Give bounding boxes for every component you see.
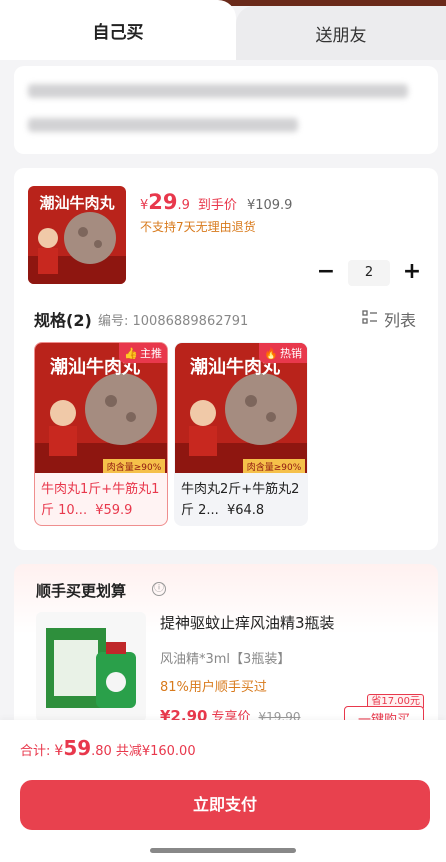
price-label: 到手价 — [197, 198, 237, 213]
addon-buy-stat: 81%用户顺手买过 — [160, 680, 267, 695]
variant-2-price: ¥64.8 — [226, 503, 265, 518]
quantity-stepper: − 2 + — [314, 260, 424, 286]
price-currency: ¥ — [140, 198, 149, 213]
checkout-bar: 合计: ¥ 59 .80 共减¥160.00 立即支付 — [0, 720, 446, 862]
total-currency: ¥ — [54, 743, 64, 759]
variant-1-label: 牛肉丸1斤+牛筋丸1斤 10... ¥59.9 — [41, 479, 161, 521]
list-view-label: 列表 — [383, 311, 416, 330]
address-blur-line-1 — [28, 84, 408, 98]
address-blur-line-2 — [28, 118, 298, 132]
product-code: 编号: 10086889862791 — [98, 314, 249, 329]
addon-product-name[interactable]: 提神驱蚊止痒风油精3瓶装 — [160, 612, 335, 633]
variant-2-meat-content: 肉含量≥90% — [247, 461, 302, 473]
total-integer: 59 — [63, 736, 92, 760]
quantity-input[interactable]: 2 — [348, 260, 390, 286]
increase-quantity-button[interactable]: + — [400, 261, 424, 285]
price-integer: 29 — [148, 190, 178, 214]
price-decimal: .9 — [177, 198, 190, 213]
tab-buy-for-self[interactable]: 自己买 — [0, 0, 236, 60]
variant-1-badge-label: 主推 — [140, 347, 162, 360]
variant-1-price: ¥59.9 — [95, 503, 133, 518]
product-thumbnail: 潮汕牛肉丸 — [28, 186, 126, 284]
spec-title: 规格(2) — [34, 311, 92, 330]
product-card: 潮汕牛肉丸 ¥ 29 .9 到手价 ¥109.9 不支持7天无理由退货 − 2 … — [14, 168, 438, 550]
total-discount: 共减¥160.00 — [115, 744, 196, 759]
addon-card: 顺手买更划算 ⓘ 提神驱蚊止痒风油精3瓶装 风油精*3ml【3瓶装】 81%用户… — [14, 564, 438, 736]
variant-option-2[interactable]: 潮汕牛肉丸 肉含量≥90% 🔥 热销 牛肉丸2斤+牛筋丸2斤 2... ¥64.… — [174, 342, 308, 526]
total-label: 合计: — [20, 744, 51, 759]
variant-2-label: 牛肉丸2斤+牛筋丸2斤 2... ¥64.8 — [181, 479, 301, 521]
total-summary: 合计: ¥ 59 .80 共减¥160.00 — [20, 736, 196, 760]
addon-title: 顺手买更划算 — [36, 582, 127, 600]
variant-1-badge: 👍 主推 — [119, 343, 167, 363]
info-icon[interactable]: ⓘ — [152, 582, 166, 596]
list-view-button[interactable]: 列表 — [362, 307, 416, 331]
variant-2-badge-label: 热销 — [280, 347, 302, 360]
original-price: ¥109.9 — [246, 198, 293, 213]
total-decimal: .80 — [91, 744, 112, 759]
addon-product-spec: 风油精*3ml【3瓶装】 — [160, 652, 291, 667]
thumbs-up-icon: 👍 — [124, 346, 138, 360]
variant-2-badge: 🔥 热销 — [259, 343, 307, 363]
addon-product-image — [36, 612, 146, 722]
address-card[interactable] — [14, 66, 438, 154]
product-price: ¥ 29 .9 到手价 ¥109.9 — [140, 190, 292, 214]
pay-now-button[interactable]: 立即支付 — [20, 780, 430, 830]
home-indicator — [150, 848, 296, 853]
purchase-tabs: 自己买 送朋友 — [0, 0, 446, 60]
variant-1-meat-content: 肉含量≥90% — [107, 461, 162, 473]
variant-option-1[interactable]: 潮汕牛肉丸 肉含量≥90% 👍 主推 牛肉丸1斤+牛筋丸1斤 10... ¥59… — [34, 342, 168, 526]
product-thumb-title: 潮汕牛肉丸 — [39, 194, 115, 212]
list-icon — [362, 309, 378, 329]
flame-icon: 🔥 — [264, 346, 278, 360]
return-policy-note: 不支持7天无理由退货 — [140, 220, 256, 234]
tab-send-to-friend[interactable]: 送朋友 — [236, 6, 446, 60]
decrease-quantity-button[interactable]: − — [314, 261, 338, 285]
